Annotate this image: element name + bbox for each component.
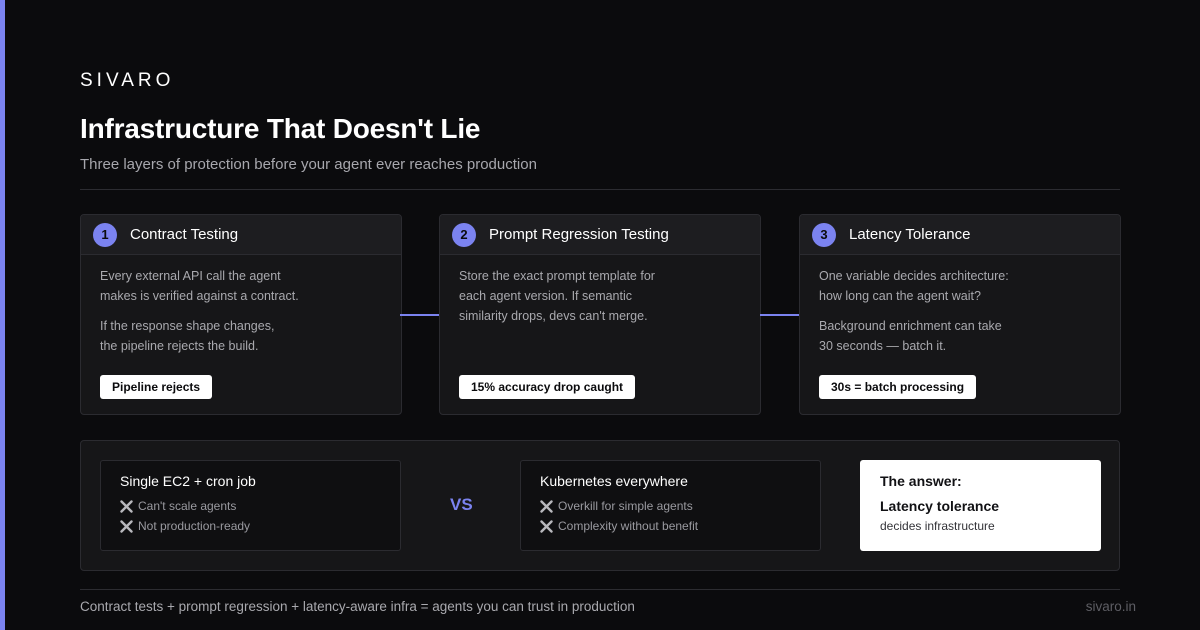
con-text: Can't scale agents bbox=[138, 499, 237, 513]
con-text: Overkill for simple agents bbox=[558, 499, 693, 513]
card-header: 3 Latency Tolerance bbox=[800, 215, 1120, 255]
con-item: Complexity without benefit bbox=[540, 516, 801, 536]
con-text: Not production-ready bbox=[138, 519, 251, 533]
card-latency-tolerance: 3 Latency Tolerance One variable decides… bbox=[799, 214, 1121, 415]
text-line: similarity drops, devs can't merge. bbox=[459, 309, 648, 323]
x-icon bbox=[540, 499, 553, 513]
text-line: If the response shape changes, bbox=[100, 319, 275, 333]
card-title: Prompt Regression Testing bbox=[489, 226, 669, 243]
result-tag: 15% accuracy drop caught bbox=[459, 375, 636, 399]
result-tag: 30s = batch processing bbox=[819, 375, 977, 399]
footer-domain-link[interactable]: sivaro.in bbox=[1086, 599, 1136, 614]
page-subtitle: Three layers of protection before your a… bbox=[80, 156, 537, 173]
footer-divider bbox=[80, 589, 1120, 590]
result-tag: Pipeline rejects bbox=[100, 375, 213, 399]
answer-box: The answer: Latency tolerance decides in… bbox=[860, 460, 1101, 551]
text-line: makes is verified against a contract. bbox=[100, 289, 299, 303]
card-title: Contract Testing bbox=[130, 226, 239, 243]
step-number-badge: 3 bbox=[812, 222, 836, 247]
brand-logo: SIVARO bbox=[80, 70, 175, 91]
text-line: Background enrichment can take bbox=[819, 319, 1002, 333]
con-text: Complexity without benefit bbox=[558, 519, 699, 533]
text-line: the pipeline rejects the build. bbox=[100, 339, 259, 353]
option-title: Kubernetes everywhere bbox=[540, 473, 688, 489]
con-item: Overkill for simple agents bbox=[540, 496, 801, 516]
answer-subtitle: decides infrastructure bbox=[880, 519, 995, 533]
card-paragraph: Background enrichment can take 30 second… bbox=[819, 316, 1101, 356]
text-line: One variable decides architecture: bbox=[819, 269, 1009, 283]
left-accent-bar bbox=[0, 0, 5, 630]
card-prompt-regression-testing: 2 Prompt Regression Testing Store the ex… bbox=[439, 214, 761, 415]
page-title: Infrastructure That Doesn't Lie bbox=[80, 113, 481, 144]
card-title: Latency Tolerance bbox=[849, 226, 971, 243]
option-title: Single EC2 + cron job bbox=[120, 473, 256, 489]
vs-label: VS bbox=[450, 495, 473, 514]
text-line: Every external API call the agent bbox=[100, 269, 281, 283]
con-item: Not production-ready bbox=[120, 516, 381, 536]
card-contract-testing: 1 Contract Testing Every external API ca… bbox=[80, 214, 402, 415]
card-paragraph: Every external API call the agent makes … bbox=[100, 266, 382, 306]
header-divider bbox=[80, 189, 1120, 190]
text-line: Store the exact prompt template for bbox=[459, 269, 655, 283]
card-body: One variable decides architecture: how l… bbox=[800, 255, 1120, 356]
con-item: Can't scale agents bbox=[120, 496, 381, 516]
comparison-panel: Single EC2 + cron job Can't scale agents… bbox=[80, 440, 1120, 571]
step-number-badge: 1 bbox=[93, 222, 117, 247]
option-kubernetes: Kubernetes everywhere Overkill for simpl… bbox=[520, 460, 821, 551]
text-line: how long can the agent wait? bbox=[819, 289, 981, 303]
card-paragraph: One variable decides architecture: how l… bbox=[819, 266, 1101, 306]
answer-label: The answer: bbox=[880, 473, 962, 489]
footer-summary: Contract tests + prompt regression + lat… bbox=[80, 599, 635, 614]
x-icon bbox=[540, 519, 553, 533]
option-ec2-cron: Single EC2 + cron job Can't scale agents… bbox=[100, 460, 401, 551]
card-header: 2 Prompt Regression Testing bbox=[440, 215, 760, 255]
text-line: 30 seconds — batch it. bbox=[819, 339, 947, 353]
card-paragraph: If the response shape changes, the pipel… bbox=[100, 316, 382, 356]
card-header: 1 Contract Testing bbox=[81, 215, 401, 255]
step-number-badge: 2 bbox=[452, 222, 476, 247]
text-line: each agent version. If semantic bbox=[459, 289, 633, 303]
answer-title: Latency tolerance bbox=[880, 498, 1000, 514]
x-icon bbox=[120, 519, 133, 533]
card-body: Every external API call the agent makes … bbox=[81, 255, 401, 356]
card-body: Store the exact prompt template for each… bbox=[440, 255, 760, 326]
card-paragraph: Store the exact prompt template for each… bbox=[459, 266, 741, 326]
x-icon bbox=[120, 499, 133, 513]
